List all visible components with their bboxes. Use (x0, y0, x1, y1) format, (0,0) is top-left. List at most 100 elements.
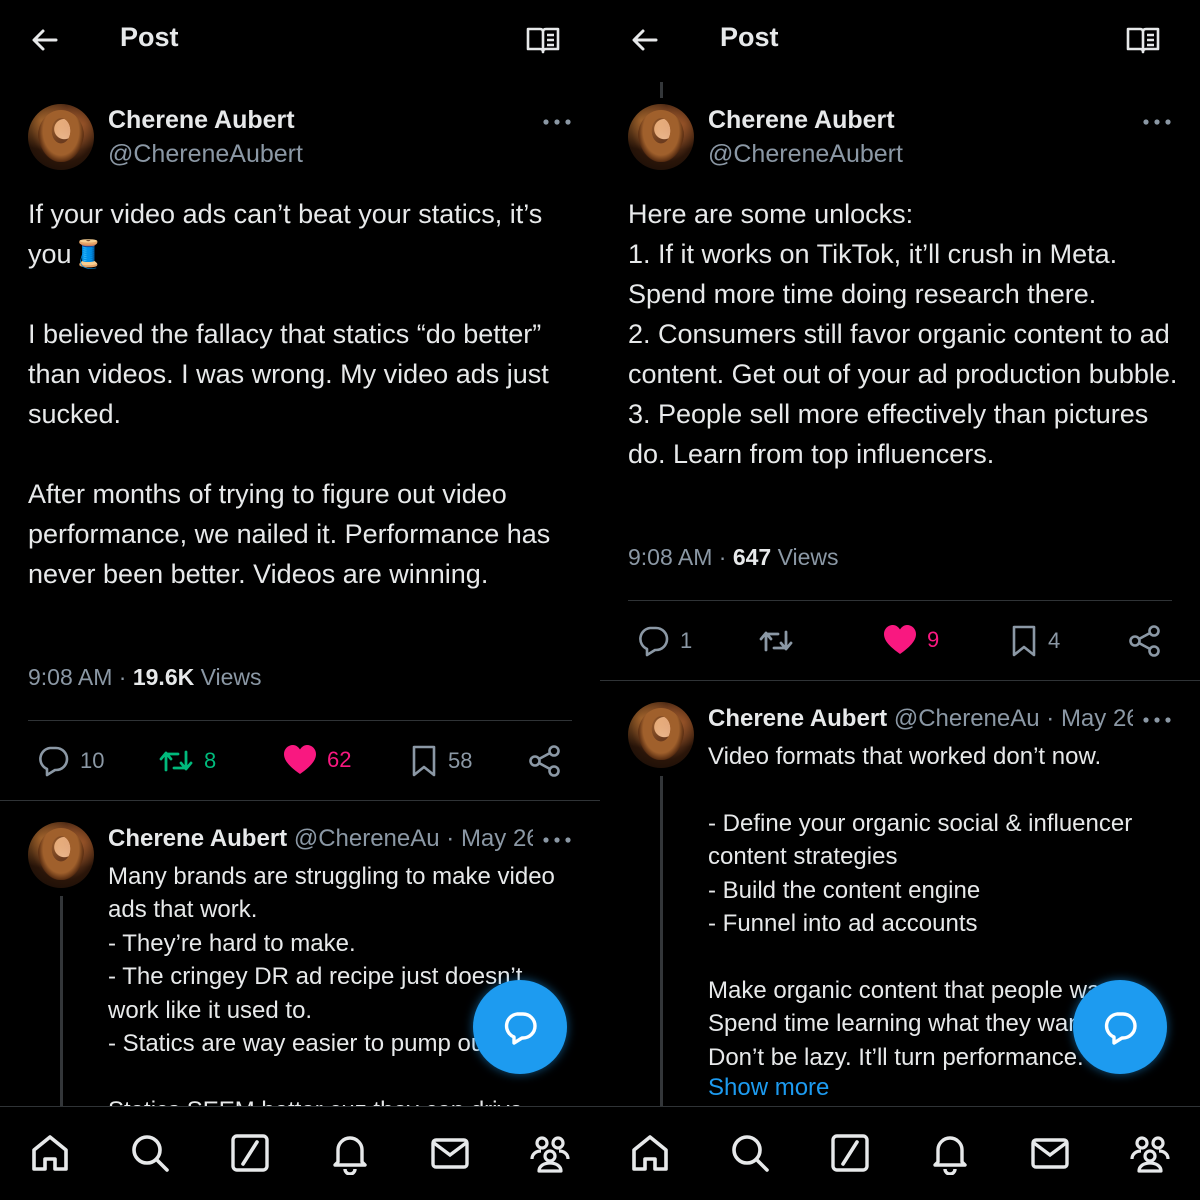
avatar[interactable] (628, 104, 694, 170)
communities-icon (530, 1136, 570, 1173)
thread-line (660, 776, 663, 1106)
share-icon (529, 745, 560, 777)
search-icon (132, 1135, 169, 1172)
tweet-text: If your video ads can’t beat your static… (28, 199, 551, 589)
thread-line (660, 82, 663, 98)
bottom-nav (0, 1106, 600, 1200)
reply-header[interactable]: Cherene Aubert @ChereneAu · May 26 (108, 825, 533, 853)
reply-handle-date: @ChereneAu · May 26 (893, 705, 1133, 732)
nav-search[interactable] (726, 1129, 774, 1177)
meta-separator: · (118, 664, 127, 690)
nav-grok[interactable] (226, 1129, 274, 1177)
tweet-meta: 9:08 AM · 647 Views (628, 544, 839, 571)
author-name[interactable]: Cherene Aubert (708, 106, 895, 135)
compose-button[interactable] (1073, 980, 1167, 1074)
reply-icon (639, 626, 669, 657)
back-button[interactable] (628, 24, 662, 56)
bookmark-button[interactable]: 58 (410, 744, 472, 778)
bookmark-icon (1012, 625, 1036, 657)
like-count: 9 (927, 627, 940, 652)
divider (28, 720, 572, 721)
reply-count: 10 (80, 748, 105, 773)
nav-home[interactable] (626, 1129, 674, 1177)
more-icon (543, 119, 571, 125)
divider (628, 600, 1172, 601)
back-arrow-icon (32, 29, 58, 51)
nav-communities[interactable] (1126, 1129, 1174, 1177)
meta-separator: · (718, 544, 727, 570)
back-arrow-icon (632, 29, 658, 51)
avatar[interactable] (28, 104, 94, 170)
more-button[interactable] (542, 115, 572, 127)
messages-icon (431, 1138, 469, 1169)
heart-icon (284, 745, 316, 774)
reader-mode-button[interactable] (525, 24, 561, 56)
post-panel-right: Post Cherene Aubert @ChereneAubert Here … (600, 0, 1200, 1200)
reply-avatar[interactable] (628, 702, 694, 768)
views-label: Views (777, 544, 839, 570)
views-count: 19.6K (132, 664, 195, 690)
bookmark-button[interactable]: 4 (1010, 624, 1060, 658)
views-count: 647 (732, 544, 772, 570)
search-icon (732, 1135, 769, 1172)
more-icon (1143, 717, 1171, 723)
reply-author-name: Cherene Aubert (708, 705, 888, 732)
nav-notifications[interactable] (326, 1129, 374, 1177)
communities-icon (1130, 1136, 1170, 1173)
repost-icon (159, 750, 193, 772)
compose-icon (504, 1012, 537, 1045)
grok-icon (231, 1134, 269, 1172)
bookmark-icon (412, 745, 436, 777)
reply-icon (39, 746, 69, 777)
grok-icon (831, 1134, 869, 1172)
post-panel-left: Post Cherene Aubert @ChereneAubert If yo… (0, 0, 600, 1200)
share-button[interactable] (528, 744, 562, 778)
show-more-link[interactable]: Show more (708, 1074, 829, 1102)
repost-count: 8 (204, 748, 217, 773)
top-bar: Post (0, 0, 600, 80)
reply-button[interactable]: 1 (636, 624, 692, 658)
reply-more-button[interactable] (1142, 713, 1172, 725)
nav-messages[interactable] (426, 1129, 474, 1177)
nav-messages[interactable] (1026, 1129, 1074, 1177)
repost-button[interactable] (758, 624, 804, 658)
repost-icon (759, 630, 793, 652)
views-label: Views (200, 664, 262, 690)
nav-grok[interactable] (826, 1129, 874, 1177)
more-button[interactable] (1142, 115, 1172, 127)
home-icon (632, 1135, 668, 1171)
nav-search[interactable] (126, 1129, 174, 1177)
like-button[interactable]: 9 (883, 624, 939, 656)
bookmark-count: 4 (1048, 628, 1061, 653)
nav-notifications[interactable] (926, 1129, 974, 1177)
page-title: Post (120, 22, 179, 52)
notifications-icon (933, 1136, 967, 1175)
home-icon (32, 1135, 68, 1171)
nav-home[interactable] (26, 1129, 74, 1177)
reply-more-button[interactable] (542, 833, 572, 845)
author-name[interactable]: Cherene Aubert (108, 106, 295, 135)
share-button[interactable] (1128, 624, 1162, 658)
reply-avatar[interactable] (28, 822, 94, 888)
reader-icon (1126, 27, 1160, 54)
compose-icon (1104, 1012, 1137, 1045)
reader-mode-button[interactable] (1125, 24, 1161, 56)
bookmark-count: 58 (448, 748, 473, 773)
messages-icon (1031, 1138, 1069, 1169)
like-count: 62 (327, 747, 352, 772)
repost-button[interactable]: 8 (158, 744, 216, 778)
reply-button[interactable]: 10 (36, 744, 104, 778)
more-icon (543, 837, 571, 843)
more-icon (1143, 119, 1171, 125)
like-button[interactable]: 62 (283, 744, 351, 776)
tweet-text: Here are some unlocks: 1. If it works on… (628, 199, 1178, 469)
author-handle[interactable]: @ChereneAubert (108, 140, 303, 169)
nav-communities[interactable] (526, 1129, 574, 1177)
compose-button[interactable] (473, 980, 567, 1074)
back-button[interactable] (28, 24, 62, 56)
tweet-time[interactable]: 9:08 AM (628, 544, 712, 570)
tweet-time[interactable]: 9:08 AM (28, 664, 112, 690)
reply-header[interactable]: Cherene Aubert @ChereneAu · May 26 (708, 705, 1133, 733)
author-handle[interactable]: @ChereneAubert (708, 140, 903, 169)
reply-author-name: Cherene Aubert (108, 825, 288, 852)
